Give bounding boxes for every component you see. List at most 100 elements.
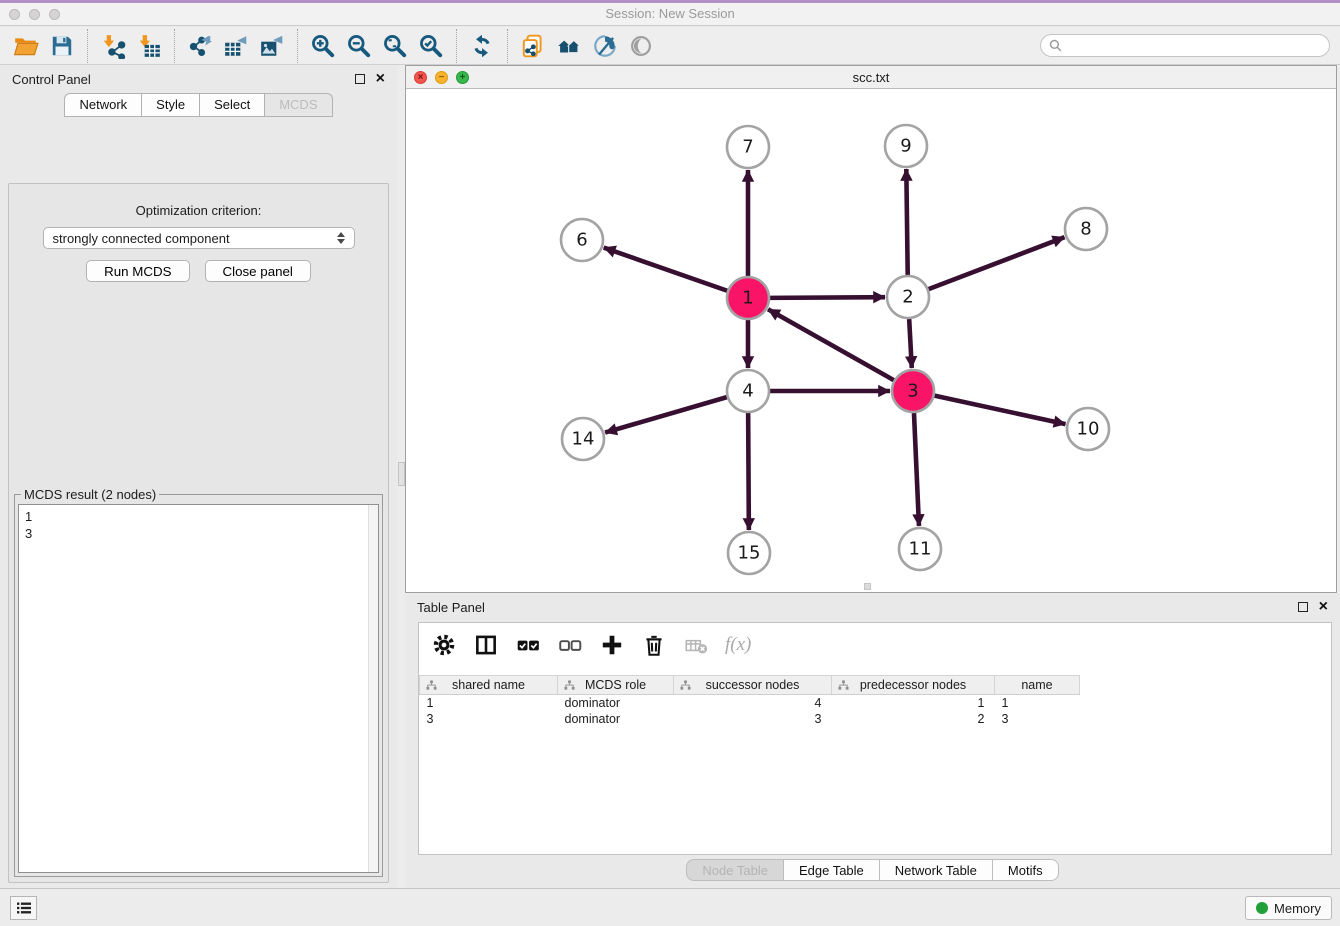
- control-panel-title: Control Panel: [12, 72, 91, 87]
- toolbar-separator: [507, 29, 508, 63]
- cell-predecessor-nodes[interactable]: 1: [832, 695, 995, 711]
- criterion-select[interactable]: strongly connected component: [43, 227, 355, 249]
- graph-edge-1-2[interactable]: [770, 297, 885, 298]
- apply-layout-button[interactable]: [464, 30, 500, 62]
- network-canvas[interactable]: 7 9 6 8 1 2 4 3 14 10 15 11: [406, 89, 1336, 593]
- clone-network-button[interactable]: [515, 30, 551, 62]
- column-header-name[interactable]: name: [995, 676, 1080, 695]
- graph-node-6[interactable]: 6: [561, 219, 603, 261]
- visual-style-button[interactable]: [587, 30, 623, 62]
- tab-network[interactable]: Network: [64, 93, 142, 117]
- open-session-button[interactable]: [8, 30, 44, 62]
- list-icon: [16, 901, 32, 915]
- search-input[interactable]: [1067, 39, 1321, 53]
- export-image-button[interactable]: [254, 30, 290, 62]
- tab-node-table[interactable]: Node Table: [686, 859, 784, 881]
- graph-node-10[interactable]: 10: [1067, 408, 1109, 450]
- graph-edge-2-3[interactable]: [909, 319, 912, 368]
- delete-column-trash-icon[interactable]: [641, 632, 667, 658]
- close-table-panel-icon[interactable]: ×: [1319, 602, 1328, 612]
- global-search-field[interactable]: [1040, 34, 1330, 57]
- graph-edge-3-10[interactable]: [934, 396, 1065, 424]
- zoom-selected-button[interactable]: [413, 30, 449, 62]
- splitter-handle[interactable]: [398, 462, 405, 486]
- graph-node-14[interactable]: 14: [562, 418, 604, 460]
- tab-motifs[interactable]: Motifs: [993, 859, 1059, 881]
- network-maximize-icon[interactable]: +: [456, 71, 469, 84]
- select-stepper-icon: [337, 232, 345, 244]
- tab-mcds[interactable]: MCDS: [265, 93, 332, 117]
- tab-edge-table[interactable]: Edge Table: [784, 859, 880, 881]
- close-panel-icon[interactable]: ×: [376, 74, 385, 84]
- graph-node-9[interactable]: 9: [885, 125, 927, 167]
- zoom-in-button[interactable]: [305, 30, 341, 62]
- table-row[interactable]: 1dominator411: [420, 695, 1100, 711]
- column-header-predecessor-nodes[interactable]: predecessor nodes: [832, 676, 995, 695]
- network-window-titlebar[interactable]: scc.txt × − +: [406, 66, 1336, 89]
- add-column-icon[interactable]: [599, 632, 625, 658]
- graph-node-8[interactable]: 8: [1065, 208, 1107, 250]
- float-table-panel-icon[interactable]: [1298, 602, 1308, 612]
- network-resize-handle[interactable]: [864, 583, 871, 590]
- import-network-button[interactable]: [95, 30, 131, 62]
- table-settings-gear-icon[interactable]: [431, 632, 457, 658]
- graph-node-15[interactable]: 15: [728, 532, 770, 574]
- cell-predecessor-nodes[interactable]: 2: [832, 711, 995, 727]
- cell-successor-nodes[interactable]: 3: [674, 711, 832, 727]
- cell-name[interactable]: 1: [995, 695, 1080, 711]
- zoom-fit-button[interactable]: [377, 30, 413, 62]
- table-row[interactable]: 3dominator323: [420, 711, 1100, 727]
- cell-mcds-role[interactable]: dominator: [558, 695, 674, 711]
- task-history-button[interactable]: [10, 896, 37, 920]
- mcds-result-item: 1: [25, 508, 378, 525]
- split-columns-icon[interactable]: [473, 632, 499, 658]
- save-session-button[interactable]: [44, 30, 80, 62]
- graph-node-1[interactable]: 1: [727, 277, 769, 319]
- svg-text:2: 2: [902, 287, 913, 308]
- home-view-button[interactable]: [551, 30, 587, 62]
- graph-node-4[interactable]: 4: [727, 370, 769, 412]
- select-all-checkboxes-icon[interactable]: [515, 632, 541, 658]
- hide-graphics-button[interactable]: [623, 30, 659, 62]
- graph-edge-4-15[interactable]: [748, 413, 749, 530]
- tab-network-table[interactable]: Network Table: [880, 859, 993, 881]
- graph-edge-2-9[interactable]: [906, 169, 907, 275]
- import-table-button[interactable]: [131, 30, 167, 62]
- mcds-result-list[interactable]: 13: [18, 504, 379, 873]
- memory-button[interactable]: Memory: [1245, 896, 1332, 920]
- memory-label: Memory: [1274, 901, 1321, 916]
- app-titlebar: Session: New Session: [0, 3, 1340, 26]
- column-label: predecessor nodes: [860, 678, 966, 692]
- cell-successor-nodes[interactable]: 4: [674, 695, 832, 711]
- cell-name[interactable]: 3: [995, 711, 1080, 727]
- float-panel-icon[interactable]: [355, 74, 365, 84]
- run-mcds-button[interactable]: Run MCDS: [86, 260, 189, 282]
- column-header-mcds-role[interactable]: MCDS role: [558, 676, 674, 695]
- tab-select[interactable]: Select: [200, 93, 265, 117]
- column-label: name: [1021, 678, 1052, 692]
- graph-edge-3-11[interactable]: [914, 413, 919, 526]
- export-network-button[interactable]: [182, 30, 218, 62]
- network-minimize-icon[interactable]: −: [435, 71, 448, 84]
- column-header-shared-name[interactable]: shared name: [420, 676, 558, 695]
- close-panel-button[interactable]: Close panel: [205, 260, 311, 282]
- export-table-button[interactable]: [218, 30, 254, 62]
- zoom-out-button[interactable]: [341, 30, 377, 62]
- cell-shared-name[interactable]: 3: [420, 711, 558, 727]
- node-table-container: f(x) shared nameMCDS rolesuccessor nodes…: [418, 622, 1332, 855]
- graph-edge-4-14[interactable]: [605, 397, 727, 432]
- cell-shared-name[interactable]: 1: [420, 695, 558, 711]
- graph-edge-1-6[interactable]: [604, 248, 728, 291]
- deselect-checkboxes-icon[interactable]: [557, 632, 583, 658]
- network-close-icon[interactable]: ×: [414, 71, 427, 84]
- graph-edge-2-8[interactable]: [929, 237, 1065, 289]
- graph-node-7[interactable]: 7: [727, 126, 769, 168]
- column-header-successor-nodes[interactable]: successor nodes: [674, 676, 832, 695]
- cell-mcds-role[interactable]: dominator: [558, 711, 674, 727]
- graph-node-3[interactable]: 3: [892, 370, 934, 412]
- graph-node-2[interactable]: 2: [887, 276, 929, 318]
- graph-edge-3-1[interactable]: [768, 309, 894, 380]
- tab-style[interactable]: Style: [142, 93, 200, 117]
- column-type-icon: [838, 680, 849, 691]
- graph-node-11[interactable]: 11: [899, 528, 941, 570]
